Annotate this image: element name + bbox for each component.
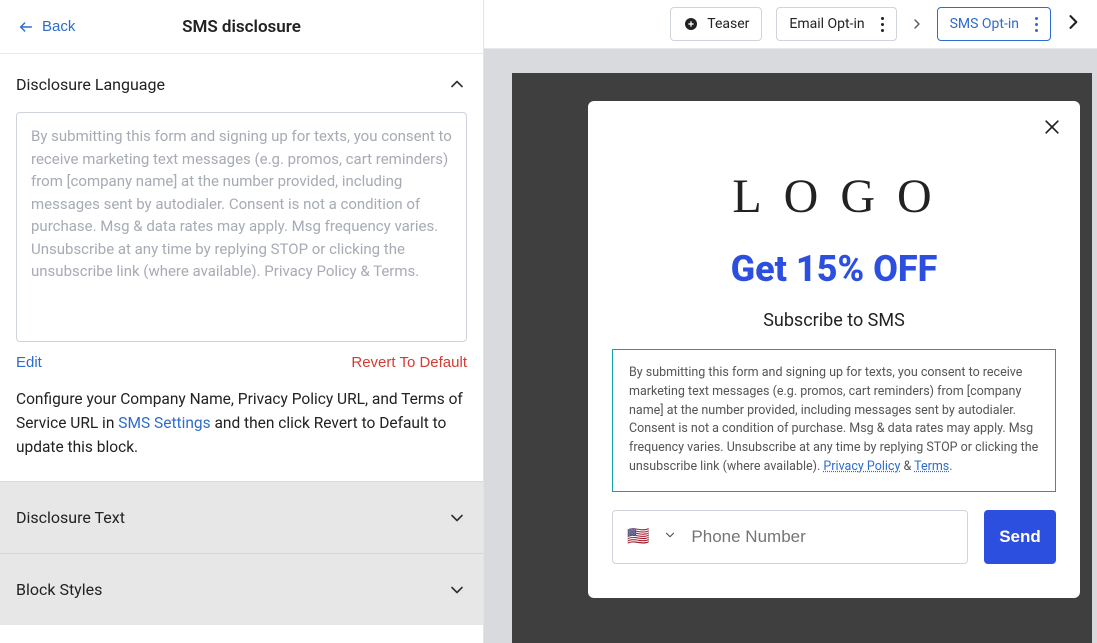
plus-circle-icon [683,16,699,32]
chevron-down-icon [447,508,467,528]
sms-optin-chip[interactable]: SMS Opt-in [937,7,1051,41]
email-optin-label: Email Opt-in [789,16,864,32]
disclosure-language-title: Disclosure Language [16,75,165,94]
revert-link[interactable]: Revert To Default [351,354,467,371]
chevron-up-icon [447,74,467,94]
preview-panel: Teaser Email Opt-in SMS Opt-in [484,0,1097,643]
editor-header: Back SMS disclosure [0,0,483,54]
editor-panel: Back SMS disclosure Disclosure Language … [0,0,484,643]
chevron-down-icon [447,580,467,600]
block-styles-title: Block Styles [16,580,102,599]
popup-close-button[interactable] [1042,117,1062,141]
kebab-icon[interactable] [881,17,884,32]
kebab-icon[interactable] [1035,17,1038,32]
disclosure-language-section: Disclosure Language Edit Revert To Defau… [0,54,483,481]
sms-optin-label: SMS Opt-in [950,16,1019,32]
chevron-right-icon [909,16,925,32]
popup-headline: Get 15% OFF [612,248,1056,290]
sms-settings-link[interactable]: SMS Settings [118,414,210,432]
preview-header: Teaser Email Opt-in SMS Opt-in [484,0,1097,49]
disclosure-text-title: Disclosure Text [16,508,125,527]
preview-canvas: LOGO Get 15% OFF Subscribe to SMS By sub… [484,49,1097,643]
back-button[interactable]: Back [18,18,75,35]
chevron-down-icon[interactable] [663,527,677,546]
popup: LOGO Get 15% OFF Subscribe to SMS By sub… [588,101,1080,598]
close-icon [1042,117,1062,137]
edit-link[interactable]: Edit [16,354,42,371]
popup-disclosure-box: By submitting this form and signing up f… [612,349,1056,492]
disclosure-textarea[interactable] [16,112,467,342]
period-text: . [949,459,952,474]
phone-input-wrapper[interactable]: 🇺🇸 [612,510,968,564]
terms-link[interactable]: Terms [914,459,949,474]
back-label: Back [42,18,75,35]
phone-number-input[interactable] [691,527,953,547]
disclosure-text-section[interactable]: Disclosure Text [0,481,483,553]
next-step-button[interactable] [1063,12,1083,36]
preview-backdrop: LOGO Get 15% OFF Subscribe to SMS By sub… [512,73,1092,643]
popup-subhead: Subscribe to SMS [612,310,1056,331]
privacy-policy-link[interactable]: Privacy Policy [823,459,900,474]
help-text: Configure your Company Name, Privacy Pol… [16,387,467,481]
arrow-left-icon [18,19,34,35]
teaser-chip[interactable]: Teaser [670,7,762,41]
block-styles-section[interactable]: Block Styles [0,553,483,625]
email-optin-chip[interactable]: Email Opt-in [776,7,896,41]
amp-text: & [900,459,914,474]
popup-logo: LOGO [630,169,1056,224]
send-button[interactable]: Send [984,510,1056,564]
disclosure-language-header[interactable]: Disclosure Language [16,74,467,94]
country-flag-icon[interactable]: 🇺🇸 [627,526,649,547]
popup-disclosure-text: By submitting this form and signing up f… [629,365,1038,474]
teaser-label: Teaser [707,16,749,32]
